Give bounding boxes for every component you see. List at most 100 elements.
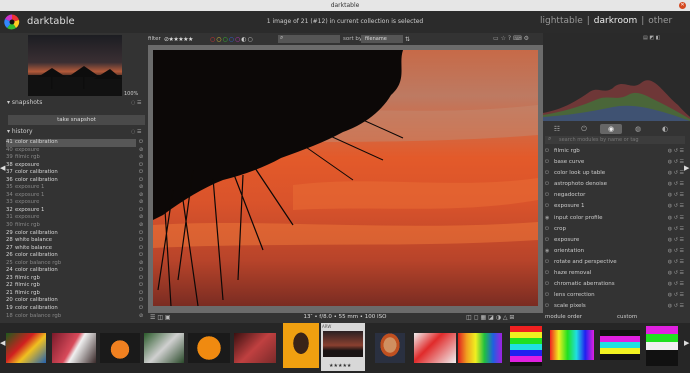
module-item[interactable]: ⏻ chromatic aberrations ◍ ↺ ☰: [544, 279, 686, 290]
film-thumb-test-chart-4[interactable]: [646, 326, 678, 366]
module-preset-icons[interactable]: ◍ ↺ ☰: [668, 213, 684, 224]
tab-active-modules-icon[interactable]: ⏻: [573, 124, 595, 134]
history-item[interactable]: 19 color calibration ⏻: [6, 305, 147, 313]
film-thumb-color-chart[interactable]: [458, 333, 502, 363]
module-power-icon[interactable]: ⏻: [545, 146, 549, 157]
module-search-input[interactable]: search modules by name or tag: [545, 136, 685, 144]
module-item[interactable]: ⏻ rotate and perspective ◍ ↺ ☰: [544, 257, 686, 268]
module-preset-icons[interactable]: ◍ ↺ ☰: [668, 179, 684, 190]
history-item[interactable]: 26 color calibration ⏻: [6, 252, 147, 260]
history-item[interactable]: 30 filmic rgb ⊘: [6, 222, 147, 230]
overlays-star-icon[interactable]: ☆: [501, 35, 506, 42]
sort-direction-icon[interactable]: ⇅: [405, 36, 410, 43]
module-item[interactable]: ⏻ scale pixels ◍ ↺ ☰: [544, 301, 686, 312]
module-preset-icons[interactable]: ◍ ↺ ☰: [668, 146, 684, 157]
film-thumb-car[interactable]: [52, 333, 96, 363]
module-power-icon[interactable]: ⏻: [545, 235, 549, 246]
history-item[interactable]: 31 exposure ⊘: [6, 214, 147, 222]
snapshots-header[interactable]: ▾ snapshots: [7, 99, 42, 106]
module-power-icon[interactable]: ⏻: [545, 179, 549, 190]
history-item[interactable]: 23 filmic rgb ⏻: [6, 275, 147, 283]
film-thumb-oranges[interactable]: [188, 333, 230, 363]
module-power-icon[interactable]: ◉: [545, 213, 549, 224]
second-window-icon[interactable]: ▣: [165, 314, 171, 321]
tab-quick-access-icon[interactable]: ☷: [546, 124, 568, 134]
module-item[interactable]: ⏻ exposure 1 ◍ ↺ ☰: [544, 201, 686, 212]
reject-label-icon[interactable]: ○: [248, 36, 254, 43]
navigation-thumbnail[interactable]: [28, 35, 122, 96]
collapse-bottom-arrow-icon[interactable]: ◀: [0, 339, 5, 347]
module-item[interactable]: ⏻ crop ◍ ↺ ☰: [544, 224, 686, 235]
history-item[interactable]: 22 filmic rgb ⏻: [6, 282, 147, 290]
film-thumb-test-chart-1[interactable]: [510, 326, 542, 366]
film-thumb-orange-slice[interactable]: [100, 333, 140, 363]
module-item[interactable]: ⏻ filmic rgb ◍ ↺ ☰: [544, 146, 686, 157]
history-item[interactable]: 36 color calibration ⏻: [6, 177, 147, 185]
history-header[interactable]: ▾ history: [7, 128, 33, 135]
view-darkroom[interactable]: darkroom: [594, 16, 637, 26]
module-power-icon[interactable]: ⏻: [545, 168, 549, 179]
module-power-icon[interactable]: ◉: [545, 246, 549, 257]
styles-icon[interactable]: ◫: [157, 314, 163, 321]
histogram[interactable]: [543, 33, 690, 121]
guides-icon[interactable]: ⊞: [509, 314, 514, 321]
module-power-icon[interactable]: ⏻: [545, 279, 549, 290]
history-item[interactable]: 18 color balance rgb ⊘: [6, 313, 147, 321]
module-preset-icons[interactable]: ◍ ↺ ☰: [668, 157, 684, 168]
module-preset-icons[interactable]: ◍ ↺ ☰: [668, 301, 684, 312]
film-thumb-red-fabric[interactable]: [414, 333, 456, 363]
film-thumb-current-sunset[interactable]: [323, 331, 363, 357]
module-item[interactable]: ⏻ base curve ◍ ↺ ☰: [544, 157, 686, 168]
module-preset-icons[interactable]: ◍ ↺ ☰: [668, 168, 684, 179]
collapse-bottom-right-arrow-icon[interactable]: ▶: [684, 339, 689, 347]
film-thumb-rating[interactable]: ★★★★★: [329, 363, 351, 369]
help-icon[interactable]: ?: [508, 35, 511, 42]
history-item[interactable]: 28 white balance ⏻: [6, 237, 147, 245]
collection-search-input[interactable]: ⌕: [278, 34, 340, 43]
focus-peaking-icon[interactable]: ◫: [466, 314, 472, 321]
module-preset-icons[interactable]: ◍ ↺ ☰: [668, 279, 684, 290]
module-power-icon[interactable]: ⏻: [545, 301, 549, 312]
collapse-left-arrow-icon[interactable]: ◀: [0, 164, 5, 172]
color-label-filter[interactable]: ○○○○○◐○: [210, 36, 254, 43]
module-preset-icons[interactable]: ◍ ↺ ☰: [668, 235, 684, 246]
module-preset-icons[interactable]: ◍ ↺ ☰: [668, 224, 684, 235]
zoom-level[interactable]: 100%: [124, 91, 138, 97]
film-thumb-portrait-2[interactable]: [375, 333, 405, 363]
history-item[interactable]: 27 white balance ⏻: [6, 245, 147, 253]
take-snapshot-button[interactable]: take snapshot: [8, 115, 145, 125]
history-item[interactable]: 34 exposure 1 ⊘: [6, 192, 147, 200]
view-lighttable[interactable]: lighttable: [540, 16, 583, 26]
module-power-icon[interactable]: ⏻: [545, 190, 549, 201]
section-header-icons[interactable]: ◌ ☰: [131, 100, 141, 106]
history-item[interactable]: 32 exposure 1 ⏻: [6, 207, 147, 215]
tab-base-modules-icon[interactable]: ◉: [600, 124, 622, 134]
history-item[interactable]: 29 color calibration ⏻: [6, 230, 147, 238]
history-item[interactable]: 41 color calibration ⏻: [6, 139, 143, 147]
module-power-icon[interactable]: ⏻: [545, 257, 549, 268]
module-preset-icons[interactable]: ◍ ↺ ☰: [668, 290, 684, 301]
module-item[interactable]: ⏻ lens correction ◍ ↺ ☰: [544, 290, 686, 301]
module-item[interactable]: ◉ input color profile ◍ ↺ ☰: [544, 213, 686, 224]
rating-filter[interactable]: ⊘★★★★★: [164, 36, 193, 43]
tab-correct-modules-icon[interactable]: ◐: [654, 124, 676, 134]
grouping-icon[interactable]: ▭: [493, 35, 499, 42]
film-thumb-test-chart-3[interactable]: [600, 330, 640, 360]
module-item[interactable]: ◉ orientation ◍ ↺ ☰: [544, 246, 686, 257]
sort-select[interactable]: filename: [361, 35, 403, 43]
module-item[interactable]: ⏻ haze removal ◍ ↺ ☰: [544, 268, 686, 279]
history-item[interactable]: 40 exposure ⊘: [6, 147, 147, 155]
shortcuts-icon[interactable]: ⌨: [513, 35, 522, 42]
main-image-sunset-tree[interactable]: [153, 50, 538, 306]
section-header-icons[interactable]: ◌ ☰: [131, 129, 141, 135]
module-power-icon[interactable]: ⏻: [545, 201, 549, 212]
color-assessment-icon[interactable]: ◻: [474, 314, 479, 321]
film-thumb-test-chart-2[interactable]: [550, 330, 594, 360]
film-thumb-flatlay[interactable]: [234, 333, 276, 363]
history-item[interactable]: 37 color calibration ⏻: [6, 169, 147, 177]
module-item[interactable]: ⏻ astrophoto denoise ◍ ↺ ☰: [544, 179, 686, 190]
history-item[interactable]: 21 filmic rgb ⏻: [6, 290, 147, 298]
module-preset-icons[interactable]: ◍ ↺ ☰: [668, 246, 684, 257]
module-power-icon[interactable]: ⏻: [545, 157, 549, 168]
raw-overexposed-icon[interactable]: ▦: [481, 314, 487, 321]
